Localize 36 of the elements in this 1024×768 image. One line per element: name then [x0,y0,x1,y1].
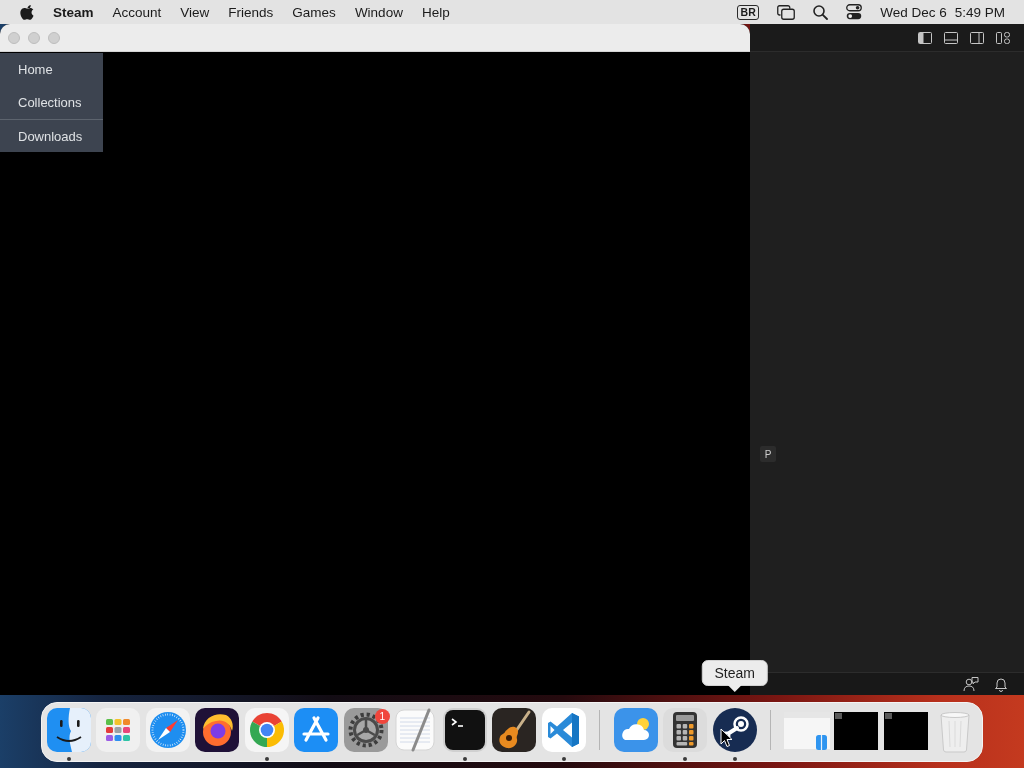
menu-bar-date[interactable]: Wed Dec 6 [880,4,947,20]
menu-item[interactable]: Games [292,4,336,20]
person-feedback-icon[interactable] [963,676,979,692]
guitar-icon[interactable] [491,707,538,753]
menu-item[interactable]: View [180,4,210,20]
joint-circle-icon[interactable] [711,707,758,753]
app-grid-icon[interactable] [95,707,142,753]
letter-tag: P [760,446,776,462]
bottom-panel-toggle-icon[interactable] [943,29,959,46]
calculator-icon[interactable] [662,707,709,753]
menu-item[interactable]: Friends [228,4,274,20]
gear-icon[interactable] [342,707,389,753]
flame-globe-icon[interactable] [194,707,241,753]
smiling-face-icon[interactable] [45,707,92,753]
segmented-ring-icon[interactable] [243,707,290,753]
layout-icon[interactable] [995,29,1011,46]
tooltip-pointer-icon [727,685,742,692]
menu-item[interactable]: Account [112,4,162,20]
bell-icon[interactable] [993,676,1009,692]
app-menu[interactable]: Steam [53,4,94,20]
menu-bar-time[interactable]: 5:49 PM [954,4,1005,20]
left-sidebar-toggle-icon[interactable] [917,29,933,46]
terminal-icon[interactable] [441,707,488,753]
search-icon[interactable] [813,4,829,20]
menu-item[interactable]: Window [354,4,403,20]
input-source-indicator[interactable]: BR [737,4,760,20]
stacked-windows-icon[interactable] [777,4,796,20]
nav-menu-item[interactable]: Downloads [0,119,103,152]
pointer-cursor-icon [719,728,733,748]
right-sidebar-toggle-icon[interactable] [969,29,985,46]
folded-ribbon-icon[interactable] [540,707,587,753]
apple-icon[interactable] [20,3,34,21]
menu-item[interactable]: Help [421,4,450,20]
nav-menu-item[interactable]: Home [0,53,103,86]
nav-menu-item[interactable]: Collections [0,86,103,119]
toggles-icon[interactable] [846,4,863,20]
